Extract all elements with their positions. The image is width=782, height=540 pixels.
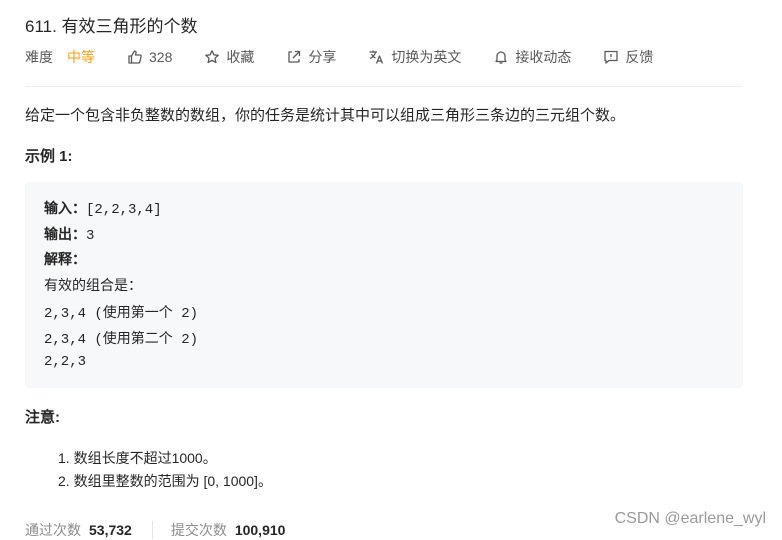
example-explain-line: 解释： [44,249,86,269]
list-item: 2. 数组里整数的范围为 [0, 1000]。 [58,473,272,489]
follow-button[interactable]: 接收动态 [493,47,571,67]
list-item: 1. 数组长度不超过1000。 [58,450,217,466]
like-count: 328 [149,49,173,65]
header-divider [25,86,742,87]
example-heading: 示例 1: [25,148,73,165]
feedback-icon [604,50,619,64]
note-list: 1. 数组长度不超过1000。 2. 数组里整数的范围为 [0, 1000]。 [58,448,272,494]
share-icon [288,50,301,63]
like-button[interactable]: 328 [127,49,172,65]
translate-button[interactable]: 切换为英文 [368,47,461,67]
share-button[interactable]: 分享 [286,47,336,67]
example-output-value: 3 [86,228,95,244]
submitted-label: 提交次数 [170,522,227,538]
difficulty-label: 难度 [25,49,53,65]
star-icon [205,50,220,64]
feedback-button[interactable]: 反馈 [603,47,653,67]
csdn-watermark: CSDN @earlene_wyl [614,510,766,527]
follow-label: 接收动态 [515,49,572,65]
accepted-count: 53,732 [89,522,132,538]
bell-icon [495,51,508,64]
accepted-label: 通过次数 [25,522,81,538]
problem-title: 611. 有效三角形的个数 [25,17,198,36]
difficulty-badge: 中等 [67,49,95,65]
example-combo-line: 2,3,4 (使用第二个 2) [44,332,199,348]
example-output-key: 输出： [44,226,86,242]
example-input-line: 输入：[2,2,3,4] [44,198,162,218]
problem-toolbar: 难度 中等 328 收藏 分享 切换为英文 接收动态 反馈 [25,46,685,68]
example-output-line: 输出：3 [44,224,94,244]
example-input-key: 输入： [44,200,86,216]
thumbs-up-icon [128,50,142,64]
example-block: 输入：[2,2,3,4] 输出：3 解释： 有效的组合是： 2,3,4 (使用第… [25,182,743,388]
example-combo-line: 2,3,4 (使用第一个 2) [44,306,199,322]
translate-icon [369,50,384,64]
submitted-count: 100,910 [234,522,286,538]
example-explain-key: 解释： [44,251,86,267]
translate-label: 切换为英文 [391,49,462,65]
example-explain-text: 有效的组合是： [44,279,142,295]
share-label: 分享 [308,49,337,65]
example-input-value: [2,2,3,4] [86,202,162,218]
note-heading: 注意: [25,409,60,426]
example-combo-line: 2,2,3 [44,354,87,370]
submission-stats: 通过次数 53,732 提交次数 100,910 [25,520,285,540]
problem-description: 给定一个包含非负整数的数组，你的任务是统计其中可以组成三角形三条边的三元组个数。 [25,107,626,124]
stats-divider [151,521,153,539]
feedback-label: 反馈 [625,49,654,65]
collect-label: 收藏 [226,49,255,65]
collect-button[interactable]: 收藏 [204,47,254,67]
